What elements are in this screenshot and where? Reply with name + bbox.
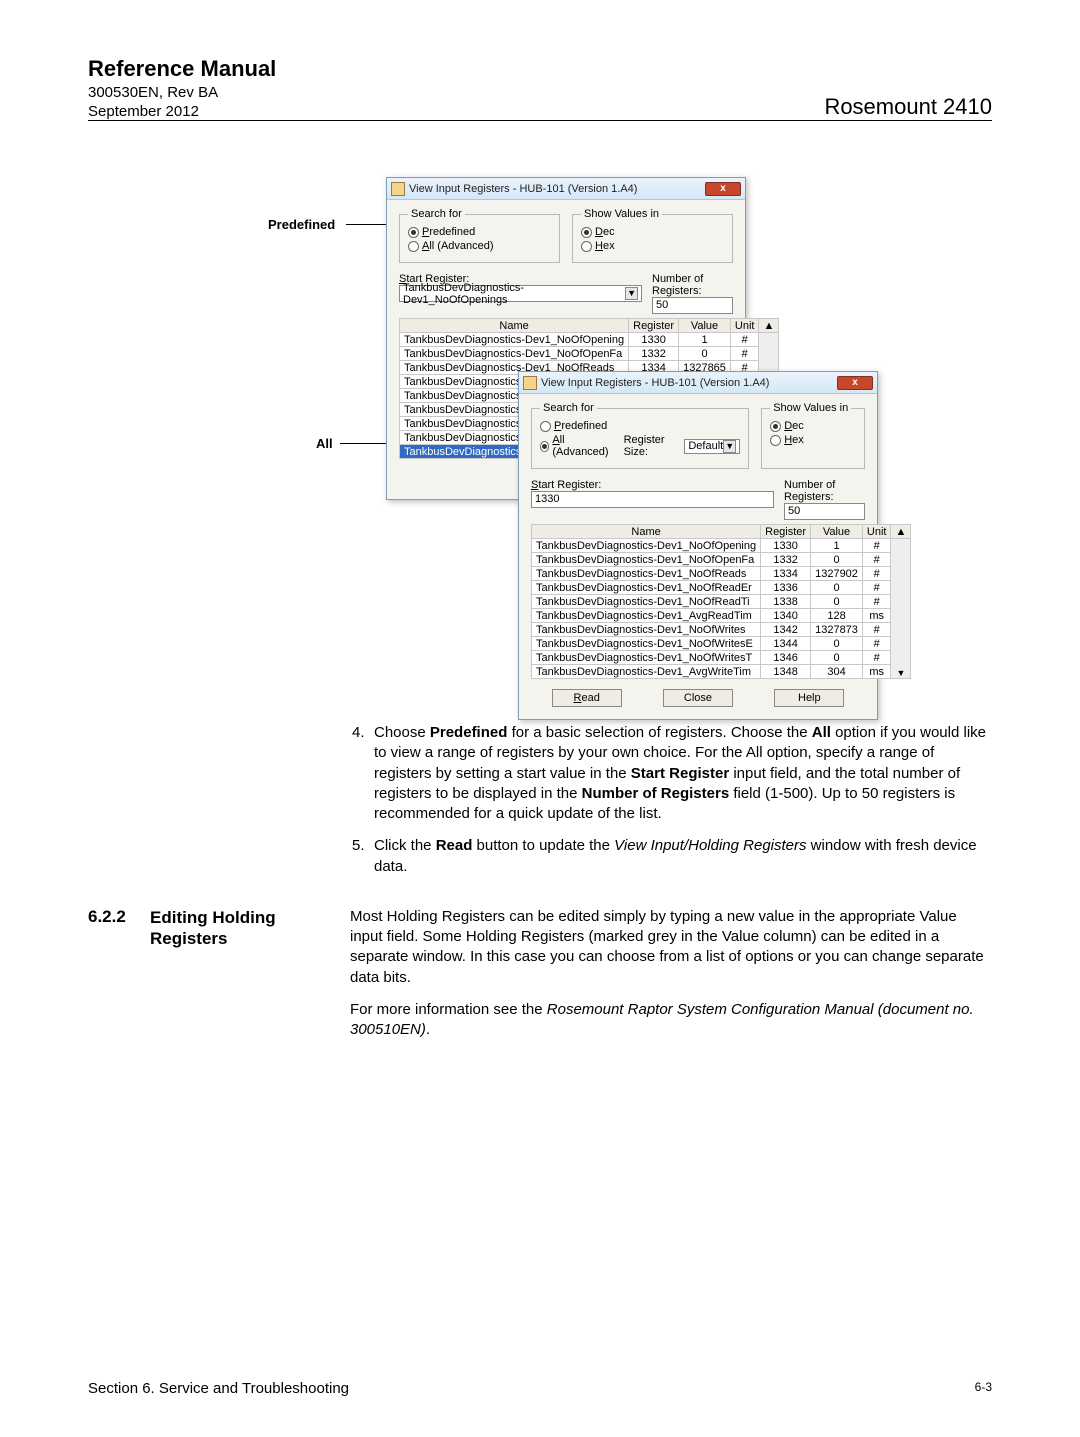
page-number: 6-3	[975, 1380, 992, 1397]
col-register: Register	[761, 525, 811, 539]
table-row: TankbusDevDiagnostics-Dev1_NoOfWritesT13…	[532, 651, 911, 665]
step-number: 4.	[352, 723, 374, 824]
close-icon[interactable]: x	[705, 182, 741, 196]
step-text: Choose Predefined for a basic selection …	[374, 723, 992, 824]
radio-predefined[interactable]: Predefined	[540, 420, 740, 432]
col-unit: Unit	[862, 525, 891, 539]
step-number: 5.	[352, 836, 374, 877]
regsize-label: Register Size:	[624, 434, 680, 458]
radio-dot-icon	[581, 227, 592, 238]
table-row: TankbusDevDiagnostics-Dev1_NoOfOpenFa133…	[532, 553, 911, 567]
chevron-down-icon: ▼	[625, 287, 638, 300]
show-values-group: Show Values in Dec Hex	[572, 208, 733, 263]
table-row: TankbusDevDiagnostics-Dev1_NoOfOpenFa133…	[400, 347, 779, 361]
window-icon	[391, 182, 405, 196]
num-registers-input[interactable]: 50	[652, 297, 733, 314]
search-legend: Search for	[540, 402, 597, 414]
instructions: 4. Choose Predefined for a basic selecti…	[352, 723, 992, 877]
radio-dot-icon	[540, 441, 549, 452]
values-legend: Show Values in	[581, 208, 662, 220]
table-row: TankbusDevDiagnostics-Dev1_NoOfWritesE13…	[532, 637, 911, 651]
header-left: Reference Manual 300530EN, Rev BA Septem…	[88, 56, 276, 120]
table-row: TankbusDevDiagnostics-Dev1_NoOfReadEr133…	[532, 581, 911, 595]
table-row: TankbusDevDiagnostics-Dev1_AvgWriteTim13…	[532, 665, 911, 679]
radio-dot-icon	[770, 421, 781, 432]
footer: Section 6. Service and Troubleshooting 6…	[88, 1380, 992, 1397]
show-values-group: Show Values in Dec Hex	[761, 402, 865, 469]
callout-line	[346, 224, 386, 225]
start-register-select[interactable]: TankbusDevDiagnostics-Dev1_NoOfOpenings▼	[399, 285, 642, 302]
header-right: Rosemount 2410	[824, 56, 992, 120]
table-row: TankbusDevDiagnostics-Dev1_NoOfReads1334…	[532, 567, 911, 581]
section-text: Most Holding Registers can be edited sim…	[350, 907, 992, 1053]
titlebar[interactable]: View Input Registers - HUB-101 (Version …	[387, 178, 745, 200]
start-register-label: Start Register:	[531, 479, 774, 491]
num-registers-input[interactable]: 50	[784, 503, 865, 520]
figure-area: Predefined All View Input Registers - HU…	[88, 177, 992, 697]
close-icon[interactable]: x	[837, 376, 873, 390]
table-row: TankbusDevDiagnostics-Dev1_NoOfWrites134…	[532, 623, 911, 637]
radio-dot-icon	[540, 421, 551, 432]
search-legend: Search for	[408, 208, 465, 220]
chevron-down-icon: ▼	[723, 440, 736, 453]
scroll-up-icon[interactable]: ▲	[759, 319, 779, 333]
footer-section: Section 6. Service and Troubleshooting	[88, 1380, 349, 1397]
radio-dec[interactable]: Dec	[770, 420, 856, 432]
radio-all[interactable]: All (Advanced) Register Size: Default▼	[540, 434, 740, 458]
search-for-group: Search for Predefined All (Advanced) Reg…	[531, 402, 749, 469]
radio-dot-icon	[770, 435, 781, 446]
window-title: View Input Registers - HUB-101 (Version …	[541, 377, 837, 389]
registers-table: NameRegisterValueUnit▲ TankbusDevDiagnos…	[531, 524, 911, 679]
titlebar[interactable]: View Input Registers - HUB-101 (Version …	[519, 372, 877, 394]
table-row: TankbusDevDiagnostics-Dev1_NoOfOpening13…	[400, 333, 779, 347]
manual-title: Reference Manual	[88, 56, 276, 82]
search-for-group: Search for PPredefinedredefined All (Adv…	[399, 208, 560, 263]
callout-predefined: Predefined	[268, 217, 335, 232]
col-name: Name	[532, 525, 761, 539]
col-register: Register	[629, 319, 679, 333]
values-legend: Show Values in	[770, 402, 851, 414]
radio-dot-icon	[581, 241, 592, 252]
table-row: TankbusDevDiagnostics-Dev1_AvgReadTim134…	[532, 609, 911, 623]
col-unit: Unit	[730, 319, 759, 333]
radio-hex[interactable]: Hex	[581, 240, 724, 252]
close-button[interactable]: Close	[663, 689, 733, 707]
dialog-2: View Input Registers - HUB-101 (Version …	[518, 371, 878, 720]
section-6-2-2: 6.2.2 Editing Holding Registers Most Hol…	[88, 907, 992, 1053]
read-button[interactable]: Read	[552, 689, 622, 707]
help-button[interactable]: Help	[774, 689, 844, 707]
product-brand: Rosemount 2410	[824, 94, 992, 120]
section-number: 6.2.2	[88, 907, 150, 1053]
col-value: Value	[811, 525, 863, 539]
callout-line	[340, 443, 386, 444]
col-name: Name	[400, 319, 629, 333]
radio-all[interactable]: All (Advanced)	[408, 240, 551, 252]
window-icon	[523, 376, 537, 390]
radio-hex[interactable]: Hex	[770, 434, 856, 446]
num-registers-label: Number of Registers:	[784, 479, 865, 503]
radio-predefined[interactable]: PPredefinedredefined	[408, 226, 551, 238]
scrollbar[interactable]: ▼	[891, 539, 911, 679]
header-rule	[88, 120, 992, 121]
radio-dec[interactable]: Dec	[581, 226, 724, 238]
callout-all: All	[316, 436, 333, 451]
radio-dot-icon	[408, 241, 419, 252]
table-row: TankbusDevDiagnostics-Dev1_NoOfOpening13…	[532, 539, 911, 553]
radio-dot-icon	[408, 227, 419, 238]
window-title: View Input Registers - HUB-101 (Version …	[409, 183, 705, 195]
num-registers-label: Number of Registers:	[652, 273, 733, 297]
col-value: Value	[679, 319, 731, 333]
section-title: Editing Holding Registers	[150, 907, 350, 1053]
doc-date: September 2012	[88, 103, 276, 120]
step-text: Click the Read button to update the View…	[374, 836, 992, 877]
regsize-select[interactable]: Default▼	[684, 439, 740, 454]
table-row: TankbusDevDiagnostics-Dev1_NoOfReadTi133…	[532, 595, 911, 609]
start-register-input[interactable]: 1330	[531, 491, 774, 508]
scroll-up-icon[interactable]: ▲	[891, 525, 911, 539]
doc-number: 300530EN, Rev BA	[88, 84, 276, 101]
